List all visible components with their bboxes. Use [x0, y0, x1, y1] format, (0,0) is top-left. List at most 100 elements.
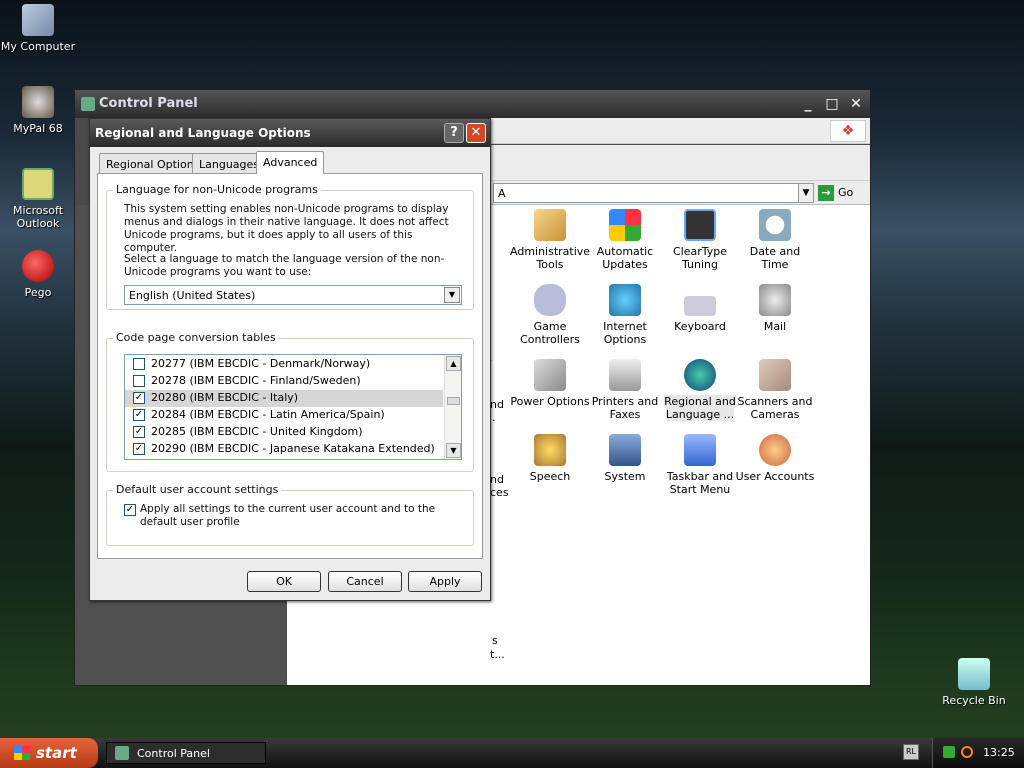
- cp-item-label: Automatic Updates: [596, 245, 654, 271]
- desktop-icon-my-computer[interactable]: My Computer: [0, 4, 76, 53]
- list-item[interactable]: 20278 (IBM EBCDIC - Finland/Sweden): [125, 373, 443, 390]
- cp-item-taskbar-start[interactable]: Taskbar and Start Menu: [660, 434, 740, 496]
- taskbar-button-control-panel[interactable]: Control Panel: [106, 742, 266, 764]
- partial-label: t...: [490, 648, 505, 661]
- taskbar-start-icon: [684, 434, 716, 466]
- cp-item-internet-options[interactable]: Internet Options: [585, 284, 665, 346]
- cp-item-keyboard[interactable]: Keyboard: [660, 284, 740, 333]
- tab-regional-options[interactable]: Regional Options: [99, 153, 207, 173]
- cp-item-label: User Accounts: [735, 470, 815, 483]
- desktop-icon-label: Microsoft Outlook: [12, 204, 64, 230]
- desktop-icon-label: MyPal 68: [13, 122, 63, 135]
- go-label: Go: [838, 186, 854, 199]
- code-page-checkbox[interactable]: ✓: [133, 409, 145, 421]
- desktop-icon-recycle-bin[interactable]: Recycle Bin: [936, 658, 1012, 707]
- start-button[interactable]: start: [0, 738, 98, 768]
- cleartype-icon: [684, 209, 716, 241]
- tab-languages[interactable]: Languages: [192, 153, 267, 173]
- scroll-down-icon[interactable]: ▼: [446, 443, 461, 458]
- user-accounts-icon: [759, 434, 791, 466]
- maximize-button[interactable]: □: [822, 95, 842, 115]
- minimize-button[interactable]: _: [798, 95, 818, 115]
- clock[interactable]: 13:25: [983, 746, 1015, 759]
- mypal-browser-icon: [22, 86, 54, 118]
- list-item[interactable]: ✓ 20290 (IBM EBCDIC - Japanese Katakana E…: [125, 441, 443, 458]
- internet-options-icon: [609, 284, 641, 316]
- close-button[interactable]: ✕: [846, 95, 866, 115]
- address-field[interactable]: A: [493, 183, 814, 203]
- cp-item-administrative-tools[interactable]: Administrative Tools: [510, 209, 590, 271]
- code-page-label: 20284 (IBM EBCDIC - Latin America/Spain): [151, 408, 385, 421]
- cp-item-regional-language[interactable]: Regional and Language ...: [660, 359, 740, 421]
- windows-logo-icon: ❖: [830, 120, 866, 142]
- scrollbar-thumb[interactable]: [447, 397, 460, 405]
- cp-item-scanners-cameras[interactable]: Scanners and Cameras: [735, 359, 815, 421]
- regional-language-dialog: Regional and Language Options ? ✕ Region…: [89, 118, 491, 601]
- control-panel-title-bar[interactable]: Control Panel _ □ ✕: [75, 90, 870, 118]
- cp-item-game-controllers[interactable]: Game Controllers: [510, 284, 590, 346]
- scanners-icon: [759, 359, 791, 391]
- administrative-tools-icon: [534, 209, 566, 241]
- go-arrow-icon: →: [818, 185, 834, 201]
- go-button[interactable]: → Go: [818, 184, 866, 202]
- dialog-close-button[interactable]: ✕: [466, 123, 486, 143]
- game-controllers-icon: [534, 284, 566, 316]
- help-button[interactable]: ?: [444, 123, 464, 143]
- apply-default-user-label: Apply all settings to the current user a…: [140, 503, 436, 528]
- cp-item-cleartype[interactable]: ClearType Tuning: [660, 209, 740, 271]
- network-icon[interactable]: [943, 746, 955, 758]
- cp-item-speech[interactable]: Speech: [510, 434, 590, 483]
- menu-bar: [491, 118, 870, 144]
- code-page-label: 20280 (IBM EBCDIC - Italy): [151, 391, 299, 404]
- code-page-checkbox[interactable]: [133, 358, 145, 370]
- cp-item-user-accounts[interactable]: User Accounts: [735, 434, 815, 483]
- dialog-title: Regional and Language Options: [95, 126, 311, 140]
- dialog-title-bar[interactable]: Regional and Language Options ? ✕: [90, 119, 490, 147]
- partial-label: nd: [490, 398, 504, 411]
- control-panel-icon: [81, 97, 95, 111]
- code-page-label: 20277 (IBM EBCDIC - Denmark/Norway): [151, 357, 371, 370]
- cp-item-system[interactable]: System: [585, 434, 665, 483]
- code-page-checkbox[interactable]: ✓: [133, 392, 145, 404]
- code-page-checkbox[interactable]: ✓: [133, 443, 145, 455]
- tab-advanced[interactable]: Advanced: [256, 151, 325, 174]
- cp-item-mail[interactable]: Mail: [735, 284, 815, 333]
- list-item[interactable]: ✓ 20280 (IBM EBCDIC - Italy): [125, 390, 443, 407]
- non-unicode-instruction: Select a language to match the language …: [124, 253, 445, 278]
- regional-language-icon: [684, 359, 716, 391]
- cp-item-label: Administrative Tools: [510, 245, 591, 271]
- language-select[interactable]: English (United States) ▼: [124, 285, 462, 305]
- desktop-icon-mypal[interactable]: MyPal 68: [0, 86, 76, 135]
- code-page-heading: Code page conversion tables: [113, 331, 279, 344]
- list-item[interactable]: ✓ 20285 (IBM EBCDIC - United Kingdom): [125, 424, 443, 441]
- cp-item-label: Game Controllers: [520, 320, 580, 346]
- desktop-icon-label: Pego: [24, 286, 52, 299]
- chevron-down-icon[interactable]: ▼: [444, 287, 460, 303]
- list-item[interactable]: ✓ 20284 (IBM EBCDIC - Latin America/Spain…: [125, 407, 443, 424]
- cp-item-automatic-updates[interactable]: Automatic Updates: [585, 209, 665, 271]
- cp-item-power-options[interactable]: Power Options: [510, 359, 590, 408]
- code-page-checkbox[interactable]: [133, 375, 145, 387]
- cp-item-date-time[interactable]: Date and Time: [735, 209, 815, 271]
- scroll-up-icon[interactable]: ▲: [446, 356, 461, 371]
- ok-button[interactable]: OK: [247, 571, 321, 592]
- list-item[interactable]: 20277 (IBM EBCDIC - Denmark/Norway): [125, 356, 443, 373]
- address-dropdown-button[interactable]: ▼: [798, 183, 814, 203]
- apply-button[interactable]: Apply: [408, 571, 482, 592]
- cp-item-printers-faxes[interactable]: Printers and Faxes: [585, 359, 665, 421]
- partial-label: nd: [490, 473, 504, 486]
- language-indicator[interactable]: RL: [903, 744, 919, 760]
- search-icon[interactable]: [961, 746, 973, 758]
- list-scrollbar[interactable]: ▲ ▼: [444, 355, 461, 459]
- advanced-tab-panel: Language for non-Unicode programs This s…: [97, 173, 483, 559]
- cp-item-label: Speech: [529, 470, 571, 483]
- desktop-icon-outlook[interactable]: Microsoft Outlook: [0, 168, 76, 230]
- cancel-button[interactable]: Cancel: [328, 571, 402, 592]
- partial-label: s: [492, 634, 498, 647]
- desktop-icon-pego[interactable]: Pego: [0, 250, 76, 299]
- power-options-icon: [534, 359, 566, 391]
- cp-item-label: System: [604, 470, 646, 483]
- code-page-checkbox[interactable]: ✓: [133, 426, 145, 438]
- code-page-list[interactable]: 20277 (IBM EBCDIC - Denmark/Norway) 2027…: [124, 354, 462, 460]
- apply-default-user-checkbox[interactable]: ✓: [124, 504, 136, 516]
